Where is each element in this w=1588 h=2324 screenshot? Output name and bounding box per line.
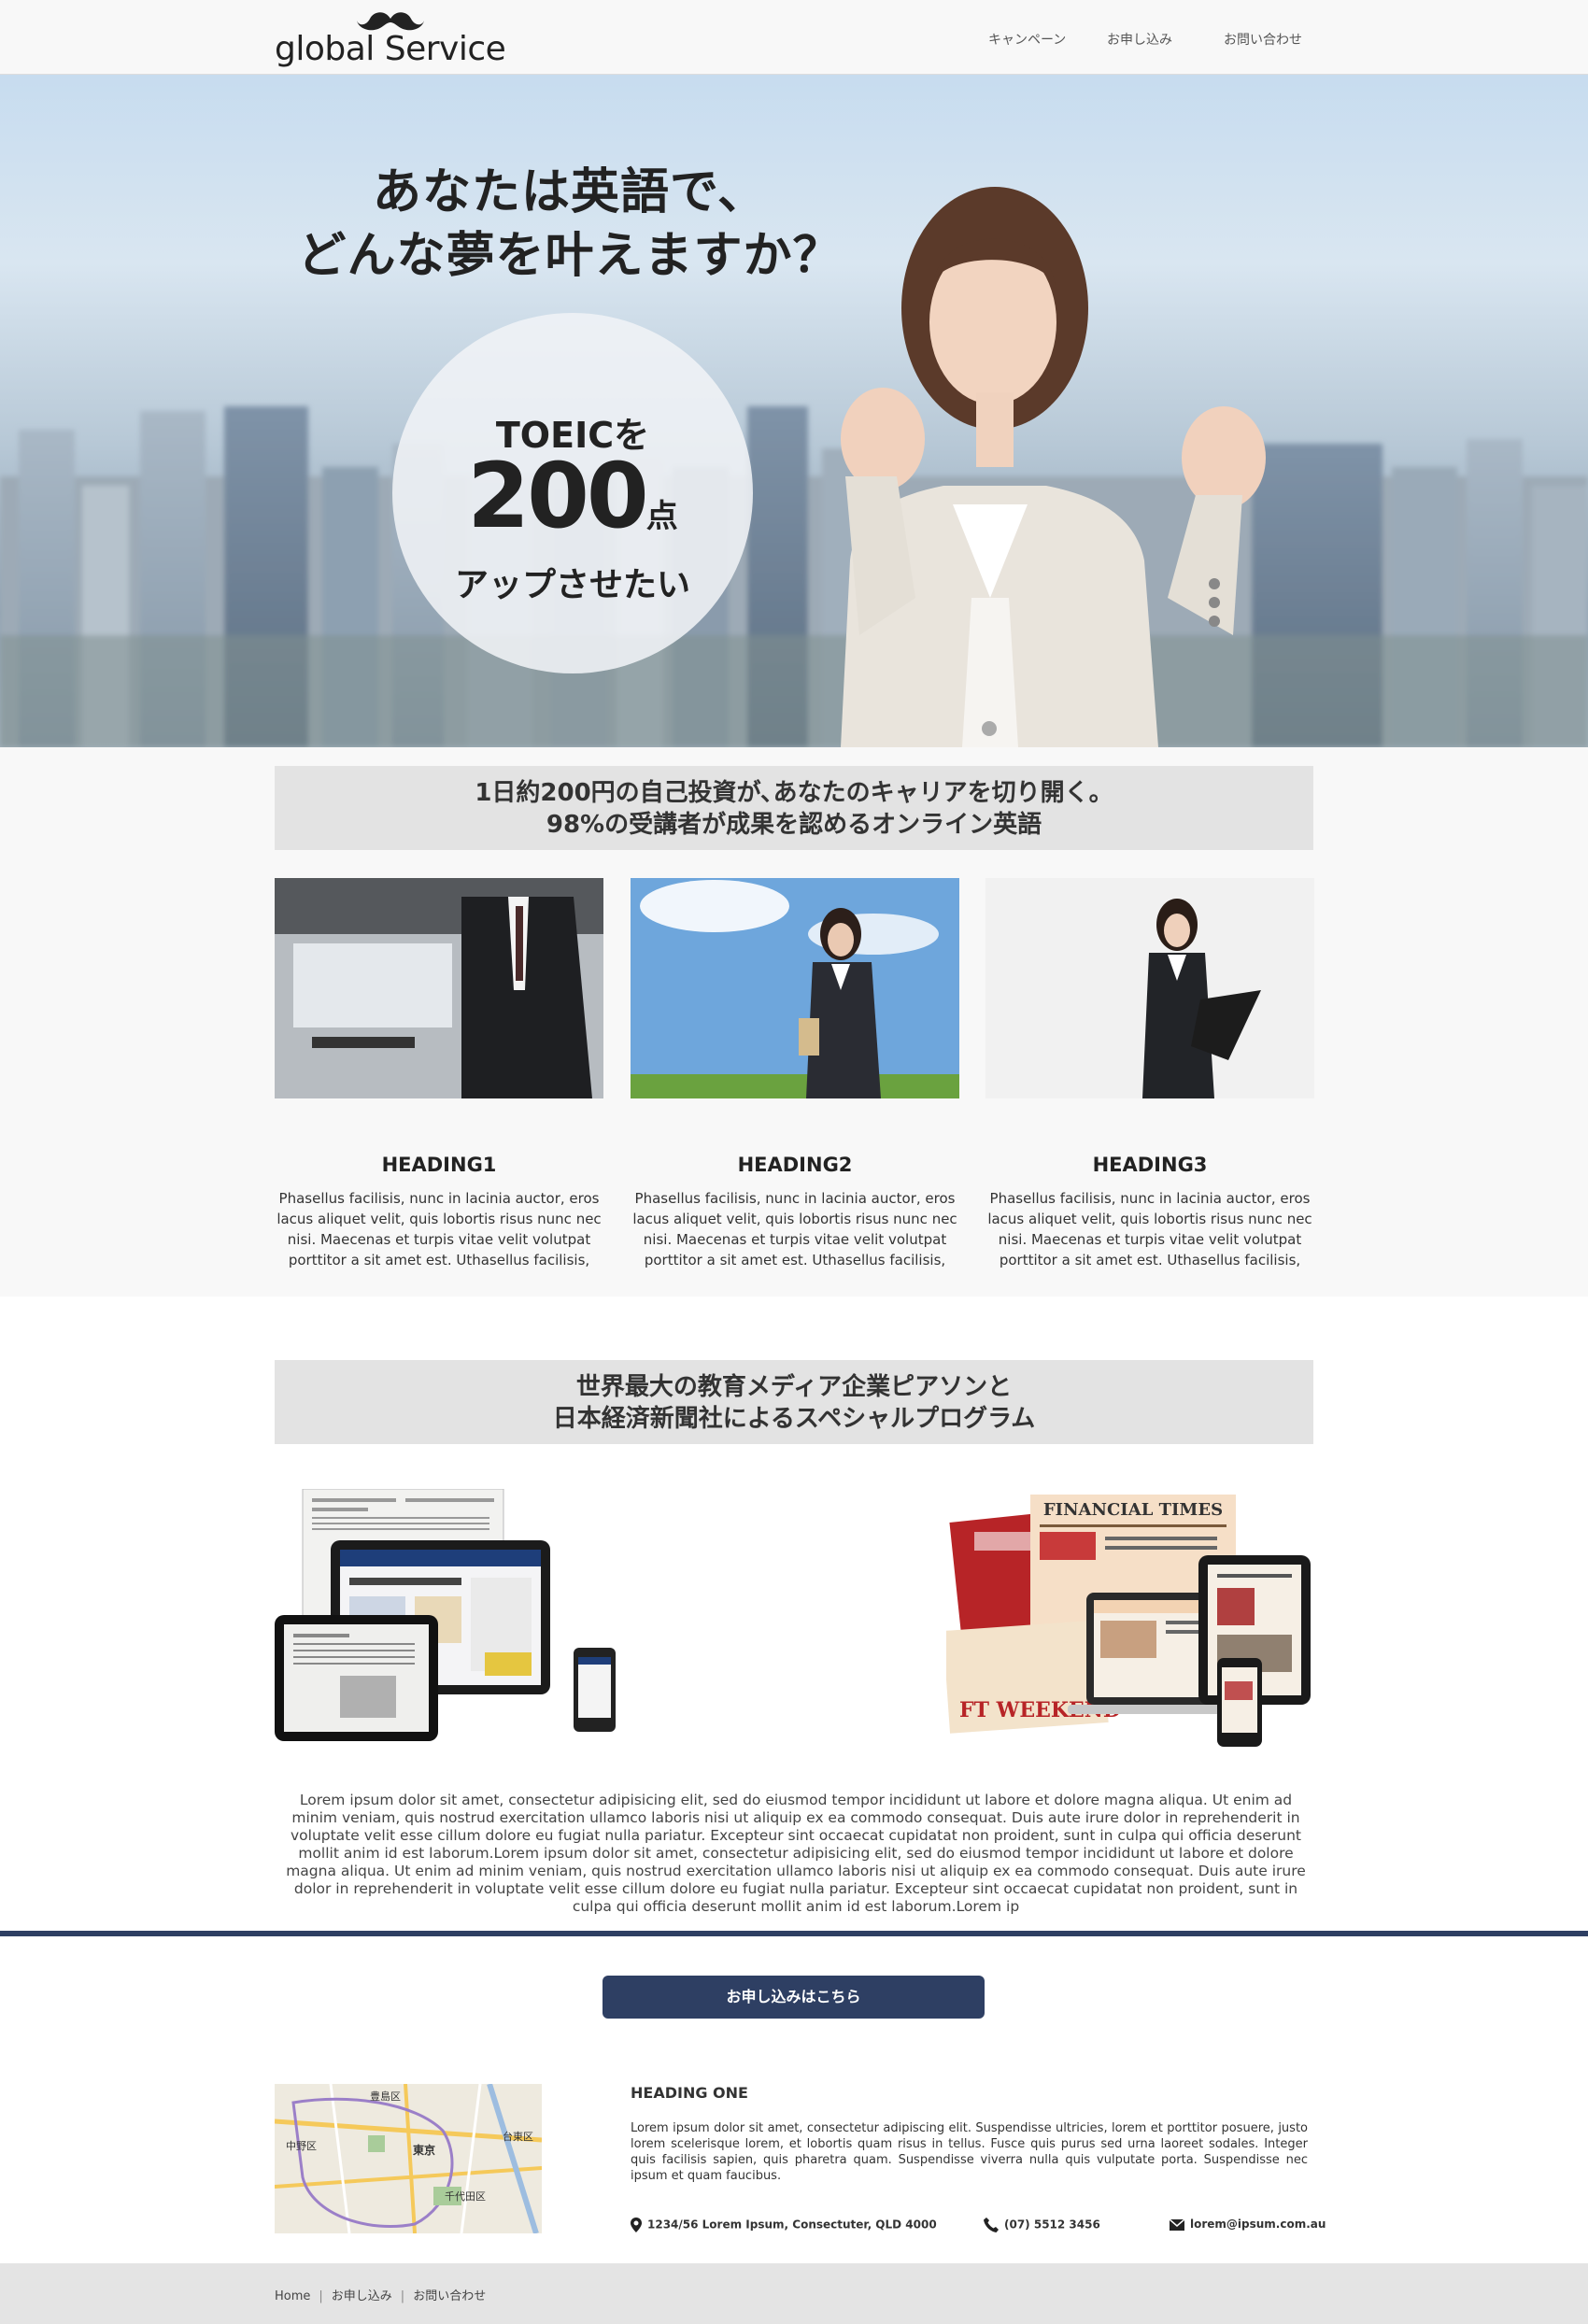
footer-link-apply[interactable]: お申し込み — [332, 2289, 392, 2303]
footer-separator: | — [319, 2289, 323, 2303]
card-heading-1: HEADING1 — [381, 1154, 497, 1176]
footer-links: Home | お申し込み | お問い合わせ — [275, 2286, 486, 2303]
features-section: 1日約200円の自己投資が､あなたのキャリアを切り開く。 98%の受講者が成果を… — [0, 747, 1588, 1297]
features-banner-line1: 1日約200円の自己投資が､あなたのキャリアを切り開く。 — [475, 779, 1113, 807]
logo[interactable]: global Service — [275, 9, 518, 69]
navy-divider — [0, 1931, 1588, 1936]
map-label-taito: 台東区 — [503, 2130, 533, 2143]
map-label-tokyo: 東京 — [413, 2143, 435, 2157]
program-banner: 世界最大の教育メディア企業ピアソンと 日本経済新聞社によるスペシャルプログラム — [275, 1360, 1313, 1444]
logo-text: global Service — [275, 30, 506, 68]
apply-button[interactable]: お申し込みはこちら — [603, 1976, 985, 2019]
map-label-nakano: 中野区 — [286, 2140, 317, 2152]
contact-address-text: 1234/56 Lorem Ipsum, Consectuter, QLD 40… — [647, 2218, 937, 2232]
card-heading-3: HEADING3 — [1092, 1154, 1208, 1176]
card-image-1 — [275, 878, 603, 1098]
map-label-toshima: 豊島区 — [370, 2090, 401, 2103]
contact-email-text: lorem@ipsum.com.au — [1190, 2218, 1326, 2231]
program-section: 世界最大の教育メディア企業ピアソンと 日本経済新聞社によるスペシャルプログラム … — [0, 1297, 1588, 1932]
hero-badge-score: 200点 — [392, 444, 753, 548]
site-footer: Home | お申し込み | お問い合わせ — [0, 2263, 1588, 2324]
nav-campaign[interactable]: キャンペーン — [988, 30, 1066, 49]
contact-heading: HEADING ONE — [631, 2084, 748, 2102]
contact-text: Lorem ipsum dolor sit amet, consectetur … — [631, 2121, 1308, 2183]
footer-link-home[interactable]: Home — [275, 2289, 310, 2303]
hero-title-line1: あなたは英語で、 — [373, 164, 767, 220]
card-text-1: Phasellus facilisis, nunc in lacinia auc… — [276, 1190, 602, 1268]
card-text-2: Phasellus facilisis, nunc in lacinia auc… — [632, 1190, 957, 1268]
access-map[interactable]: 豊島区 中野区 東京 台東区 千代田区 — [275, 2084, 542, 2233]
map-label-chiyoda: 千代田区 — [445, 2190, 486, 2203]
nav-contact[interactable]: お問い合わせ — [1224, 30, 1302, 49]
hero-badge-circle: TOEICを 200点 アップさせたい — [392, 313, 753, 673]
hero-title: あなたは英語で、 どんな夢を叶えますか？ — [271, 161, 869, 288]
features-banner: 1日約200円の自己投資が､あなたのキャリアを切り開く。 98%の受講者が成果を… — [275, 766, 1313, 850]
nikkei-devices-image — [275, 1489, 616, 1741]
contact-email[interactable]: lorem@ipsum.com.au — [1169, 2218, 1326, 2231]
program-banner-line1: 世界最大の教育メディア企業ピアソンと — [575, 1373, 1013, 1401]
phone-icon — [984, 2218, 999, 2232]
features-banner-line2: 98%の受講者が成果を認めるオンライン英語 — [546, 811, 1042, 839]
nav-apply[interactable]: お申し込み — [1107, 30, 1172, 49]
ft-masthead: FINANCIAL TIMES — [1043, 1500, 1223, 1520]
program-description: Lorem ipsum dolor sit amet, consectetur … — [286, 1792, 1306, 1915]
hero-badge-unit: 点 — [645, 498, 678, 535]
contact-phone-text: (07) 5512 3456 — [1004, 2218, 1100, 2232]
footer-link-contact[interactable]: お問い合わせ — [413, 2289, 486, 2303]
hero-badge-number: 200 — [467, 444, 648, 548]
site-header: global Service キャンペーン お申し込み お問い合わせ — [0, 0, 1588, 75]
program-banner-line2: 日本経済新聞社によるスペシャルプログラム — [552, 1405, 1036, 1433]
hero-badge-line3: アップさせたい — [454, 566, 690, 604]
footer-separator: | — [400, 2289, 405, 2303]
envelope-icon — [1169, 2218, 1185, 2231]
card-image-3 — [985, 878, 1314, 1098]
location-pin-icon — [631, 2218, 642, 2232]
financial-times-devices-image: FINANCIAL TIMES FT WEEKEND — [946, 1495, 1311, 1747]
card-text-3: Phasellus facilisis, nunc in lacinia auc… — [987, 1190, 1312, 1268]
hero-title-line2: どんな夢を叶えますか？ — [297, 228, 843, 284]
contact-phone[interactable]: (07) 5512 3456 — [984, 2218, 1100, 2232]
card-heading-2: HEADING2 — [737, 1154, 853, 1176]
hero-section: あなたは英語で、 どんな夢を叶えますか？ TOEICを 200点 アップさせたい — [0, 75, 1588, 747]
contact-address: 1234/56 Lorem Ipsum, Consectuter, QLD 40… — [631, 2218, 937, 2232]
card-image-2 — [631, 878, 959, 1098]
